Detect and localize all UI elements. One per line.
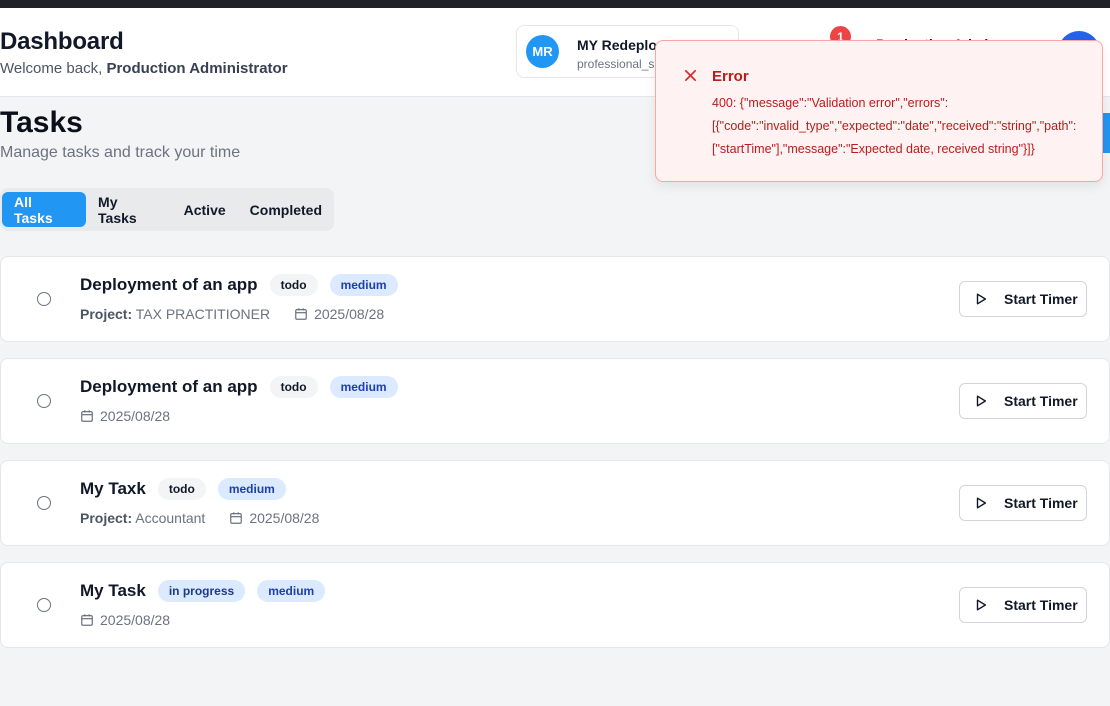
date-text: 2025/08/28 [100, 408, 171, 424]
task-card[interactable]: My Taxk todo medium Project: Accountant … [0, 460, 1110, 546]
play-icon [976, 395, 987, 407]
task-title: Deployment of an app [80, 275, 258, 294]
task-project: Project: Accountant [80, 510, 205, 526]
date-text: 2025/08/28 [314, 306, 385, 322]
status-badge: todo [269, 274, 318, 296]
project-name: Accountant [135, 510, 206, 526]
date-text: 2025/08/28 [249, 510, 320, 526]
calendar-icon [295, 308, 307, 320]
start-timer-button[interactable]: Start Timer [959, 485, 1087, 521]
task-title: Deployment of an app [80, 377, 258, 396]
project-label: Project: [80, 510, 133, 526]
task-card[interactable]: Deployment of an app todo medium Project… [0, 256, 1110, 342]
task-card[interactable]: My Task in progress medium 2025/08/28 St… [0, 562, 1110, 648]
error-toast[interactable]: Error 400: {"message":"Validation error"… [655, 40, 1103, 182]
start-timer-button[interactable]: Start Timer [959, 383, 1087, 419]
task-due-date: 2025/08/28 [294, 306, 384, 322]
welcome-prefix: Welcome back, [0, 60, 103, 77]
calendar-icon [81, 410, 93, 422]
welcome-message: Welcome back, Production Administrator [0, 60, 288, 77]
task-complete-checkbox[interactable] [37, 394, 51, 408]
error-x-icon [684, 69, 697, 82]
task-title: My Task [80, 581, 146, 600]
play-icon [976, 599, 987, 611]
task-complete-checkbox[interactable] [37, 292, 51, 306]
start-timer-label: Start Timer [1004, 495, 1078, 511]
task-card[interactable]: Deployment of an app todo medium 2025/08… [0, 358, 1110, 444]
start-timer-button[interactable]: Start Timer [959, 281, 1087, 317]
tasks-heading: Tasks [0, 106, 83, 139]
task-complete-checkbox[interactable] [37, 496, 51, 510]
welcome-user-name: Production Administrator [106, 60, 288, 77]
tasks-subtitle: Manage tasks and track your time [0, 144, 241, 161]
priority-badge: medium [329, 274, 398, 296]
workspace-avatar: MR [526, 35, 559, 68]
task-title: My Taxk [80, 479, 146, 498]
workspace-name: MY Redeploy [577, 37, 665, 53]
toast-title: Error [712, 68, 749, 85]
toast-message: 400: {"message":"Validation error","erro… [712, 96, 1077, 156]
tab-active[interactable]: Active [172, 192, 238, 227]
task-due-date: 2025/08/28 [80, 612, 170, 628]
play-icon [976, 497, 987, 509]
start-timer-label: Start Timer [1004, 393, 1078, 409]
calendar-icon [230, 512, 243, 524]
priority-badge: medium [217, 478, 286, 500]
tab-all-tasks[interactable]: All Tasks [2, 192, 87, 227]
start-timer-label: Start Timer [1004, 597, 1078, 613]
status-badge: todo [157, 478, 206, 500]
task-due-date: 2025/08/28 [80, 408, 170, 424]
status-badge: in progress [157, 580, 246, 602]
calendar-icon [81, 614, 93, 626]
workspace-plan: professional_s [577, 57, 655, 71]
project-name: TAX PRACTITIONER [135, 306, 271, 322]
start-timer-label: Start Timer [1004, 291, 1078, 307]
task-project: Project: TAX PRACTITIONER [80, 306, 270, 322]
priority-badge: medium [329, 376, 398, 398]
project-label: Project: [80, 306, 133, 322]
priority-badge: medium [257, 580, 326, 602]
play-icon [976, 293, 987, 305]
task-filter-tabs: All Tasks My Tasks Active Completed [0, 188, 334, 231]
task-due-date: 2025/08/28 [229, 510, 319, 526]
page-title: Dashboard [0, 28, 124, 55]
date-text: 2025/08/28 [100, 612, 171, 628]
top-window-strip [0, 0, 1110, 8]
start-timer-button[interactable]: Start Timer [959, 587, 1087, 623]
task-complete-checkbox[interactable] [37, 598, 51, 612]
tab-completed[interactable]: Completed [238, 192, 334, 227]
status-badge: todo [269, 376, 318, 398]
tab-my-tasks[interactable]: My Tasks [86, 192, 172, 227]
